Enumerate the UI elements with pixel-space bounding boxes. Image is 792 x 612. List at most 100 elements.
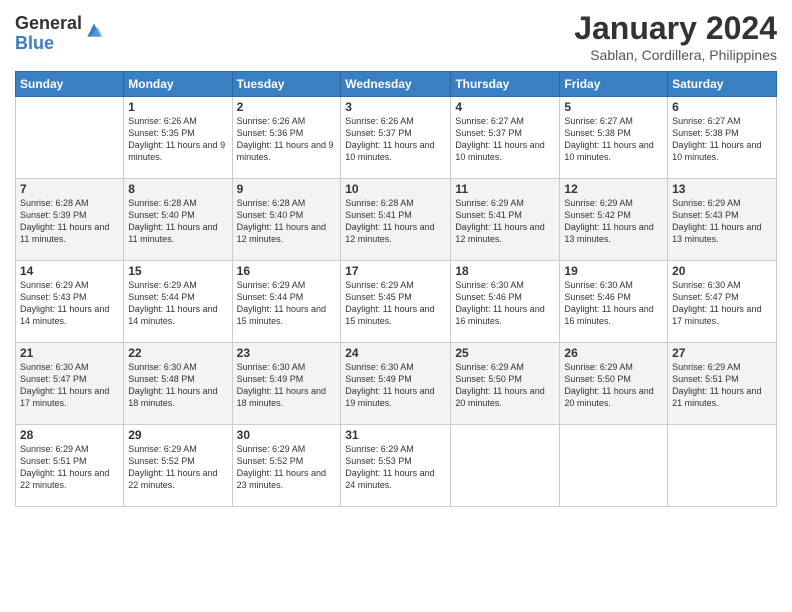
calendar-subtitle: Sablan, Cordillera, Philippines [574, 47, 777, 63]
day-info: Sunrise: 6:28 AMSunset: 5:40 PMDaylight:… [237, 197, 337, 246]
day-info: Sunrise: 6:29 AMSunset: 5:53 PMDaylight:… [345, 443, 446, 492]
day-info: Sunrise: 6:27 AMSunset: 5:37 PMDaylight:… [455, 115, 555, 164]
day-info: Sunrise: 6:30 AMSunset: 5:46 PMDaylight:… [564, 279, 663, 328]
title-area: January 2024 Sablan, Cordillera, Philipp… [574, 10, 777, 63]
calendar-week-0: 1Sunrise: 6:26 AMSunset: 5:35 PMDaylight… [16, 97, 777, 179]
day-info: Sunrise: 6:29 AMSunset: 5:50 PMDaylight:… [564, 361, 663, 410]
calendar-cell: 29Sunrise: 6:29 AMSunset: 5:52 PMDayligh… [124, 425, 232, 507]
day-info: Sunrise: 6:30 AMSunset: 5:47 PMDaylight:… [20, 361, 119, 410]
day-number: 5 [564, 100, 663, 114]
header-monday: Monday [124, 72, 232, 97]
calendar-cell: 21Sunrise: 6:30 AMSunset: 5:47 PMDayligh… [16, 343, 124, 425]
calendar-cell: 19Sunrise: 6:30 AMSunset: 5:46 PMDayligh… [560, 261, 668, 343]
calendar-cell: 5Sunrise: 6:27 AMSunset: 5:38 PMDaylight… [560, 97, 668, 179]
day-info: Sunrise: 6:29 AMSunset: 5:41 PMDaylight:… [455, 197, 555, 246]
day-number: 14 [20, 264, 119, 278]
day-info: Sunrise: 6:29 AMSunset: 5:43 PMDaylight:… [672, 197, 772, 246]
calendar-week-3: 21Sunrise: 6:30 AMSunset: 5:47 PMDayligh… [16, 343, 777, 425]
page: General Blue January 2024 Sablan, Cordil… [0, 0, 792, 612]
day-number: 22 [128, 346, 227, 360]
day-info: Sunrise: 6:26 AMSunset: 5:36 PMDaylight:… [237, 115, 337, 164]
header: General Blue January 2024 Sablan, Cordil… [15, 10, 777, 63]
day-info: Sunrise: 6:30 AMSunset: 5:47 PMDaylight:… [672, 279, 772, 328]
header-friday: Friday [560, 72, 668, 97]
day-number: 27 [672, 346, 772, 360]
day-number: 23 [237, 346, 337, 360]
day-info: Sunrise: 6:29 AMSunset: 5:51 PMDaylight:… [20, 443, 119, 492]
day-number: 13 [672, 182, 772, 196]
day-number: 25 [455, 346, 555, 360]
calendar-cell: 22Sunrise: 6:30 AMSunset: 5:48 PMDayligh… [124, 343, 232, 425]
day-number: 8 [128, 182, 227, 196]
day-info: Sunrise: 6:30 AMSunset: 5:46 PMDaylight:… [455, 279, 555, 328]
calendar-cell [560, 425, 668, 507]
calendar-cell: 27Sunrise: 6:29 AMSunset: 5:51 PMDayligh… [668, 343, 777, 425]
day-info: Sunrise: 6:30 AMSunset: 5:48 PMDaylight:… [128, 361, 227, 410]
day-info: Sunrise: 6:27 AMSunset: 5:38 PMDaylight:… [672, 115, 772, 164]
day-number: 20 [672, 264, 772, 278]
day-number: 30 [237, 428, 337, 442]
day-number: 17 [345, 264, 446, 278]
day-info: Sunrise: 6:26 AMSunset: 5:37 PMDaylight:… [345, 115, 446, 164]
calendar-title: January 2024 [574, 10, 777, 47]
day-number: 10 [345, 182, 446, 196]
logo: General Blue [15, 14, 104, 54]
calendar-cell: 15Sunrise: 6:29 AMSunset: 5:44 PMDayligh… [124, 261, 232, 343]
logo-text: General Blue [15, 14, 82, 54]
day-info: Sunrise: 6:30 AMSunset: 5:49 PMDaylight:… [345, 361, 446, 410]
day-info: Sunrise: 6:29 AMSunset: 5:42 PMDaylight:… [564, 197, 663, 246]
calendar-cell: 20Sunrise: 6:30 AMSunset: 5:47 PMDayligh… [668, 261, 777, 343]
day-number: 21 [20, 346, 119, 360]
calendar-cell: 18Sunrise: 6:30 AMSunset: 5:46 PMDayligh… [451, 261, 560, 343]
calendar-week-2: 14Sunrise: 6:29 AMSunset: 5:43 PMDayligh… [16, 261, 777, 343]
day-number: 6 [672, 100, 772, 114]
day-number: 24 [345, 346, 446, 360]
day-number: 12 [564, 182, 663, 196]
calendar-cell: 31Sunrise: 6:29 AMSunset: 5:53 PMDayligh… [341, 425, 451, 507]
calendar-cell [451, 425, 560, 507]
day-info: Sunrise: 6:29 AMSunset: 5:50 PMDaylight:… [455, 361, 555, 410]
day-number: 26 [564, 346, 663, 360]
day-info: Sunrise: 6:28 AMSunset: 5:39 PMDaylight:… [20, 197, 119, 246]
day-number: 28 [20, 428, 119, 442]
weekday-header-row: Sunday Monday Tuesday Wednesday Thursday… [16, 72, 777, 97]
day-number: 16 [237, 264, 337, 278]
calendar-cell: 30Sunrise: 6:29 AMSunset: 5:52 PMDayligh… [232, 425, 341, 507]
header-thursday: Thursday [451, 72, 560, 97]
calendar-cell: 3Sunrise: 6:26 AMSunset: 5:37 PMDaylight… [341, 97, 451, 179]
day-info: Sunrise: 6:28 AMSunset: 5:40 PMDaylight:… [128, 197, 227, 246]
day-number: 11 [455, 182, 555, 196]
day-number: 15 [128, 264, 227, 278]
day-number: 31 [345, 428, 446, 442]
day-info: Sunrise: 6:28 AMSunset: 5:41 PMDaylight:… [345, 197, 446, 246]
day-number: 3 [345, 100, 446, 114]
day-number: 9 [237, 182, 337, 196]
calendar-cell: 26Sunrise: 6:29 AMSunset: 5:50 PMDayligh… [560, 343, 668, 425]
day-number: 18 [455, 264, 555, 278]
calendar-cell: 7Sunrise: 6:28 AMSunset: 5:39 PMDaylight… [16, 179, 124, 261]
calendar-cell: 12Sunrise: 6:29 AMSunset: 5:42 PMDayligh… [560, 179, 668, 261]
day-info: Sunrise: 6:29 AMSunset: 5:45 PMDaylight:… [345, 279, 446, 328]
calendar-cell: 14Sunrise: 6:29 AMSunset: 5:43 PMDayligh… [16, 261, 124, 343]
logo-icon [84, 20, 104, 40]
header-tuesday: Tuesday [232, 72, 341, 97]
calendar-cell: 11Sunrise: 6:29 AMSunset: 5:41 PMDayligh… [451, 179, 560, 261]
calendar-week-4: 28Sunrise: 6:29 AMSunset: 5:51 PMDayligh… [16, 425, 777, 507]
day-number: 19 [564, 264, 663, 278]
calendar-cell: 8Sunrise: 6:28 AMSunset: 5:40 PMDaylight… [124, 179, 232, 261]
calendar-cell: 17Sunrise: 6:29 AMSunset: 5:45 PMDayligh… [341, 261, 451, 343]
calendar-cell: 25Sunrise: 6:29 AMSunset: 5:50 PMDayligh… [451, 343, 560, 425]
day-number: 1 [128, 100, 227, 114]
header-wednesday: Wednesday [341, 72, 451, 97]
calendar-cell: 16Sunrise: 6:29 AMSunset: 5:44 PMDayligh… [232, 261, 341, 343]
day-info: Sunrise: 6:27 AMSunset: 5:38 PMDaylight:… [564, 115, 663, 164]
calendar-cell: 6Sunrise: 6:27 AMSunset: 5:38 PMDaylight… [668, 97, 777, 179]
logo-blue: Blue [15, 34, 82, 54]
header-sunday: Sunday [16, 72, 124, 97]
calendar-cell: 24Sunrise: 6:30 AMSunset: 5:49 PMDayligh… [341, 343, 451, 425]
calendar-cell [16, 97, 124, 179]
calendar-week-1: 7Sunrise: 6:28 AMSunset: 5:39 PMDaylight… [16, 179, 777, 261]
header-saturday: Saturday [668, 72, 777, 97]
calendar-cell [668, 425, 777, 507]
calendar-cell: 13Sunrise: 6:29 AMSunset: 5:43 PMDayligh… [668, 179, 777, 261]
